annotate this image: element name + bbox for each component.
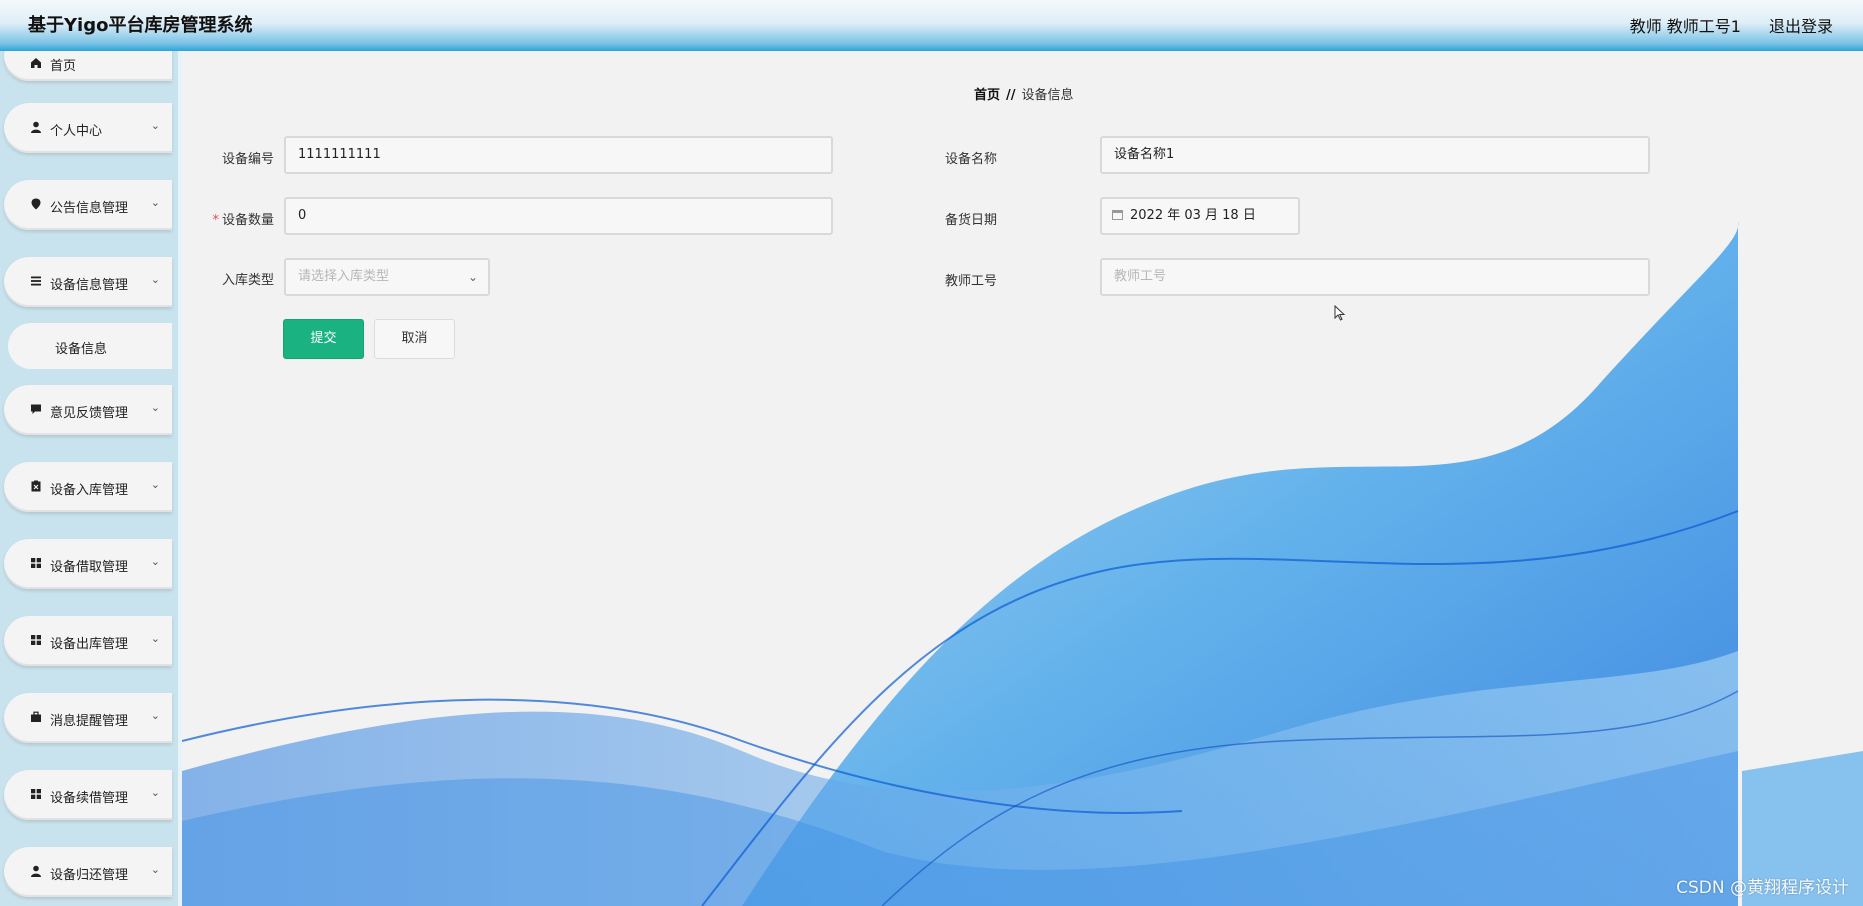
main-content: 首页 // 设备信息 设备编号 1111111111 设备名称 设备名称1 * 设备数…	[182, 51, 1863, 906]
sidebar-item-announcement[interactable]: 公告信息管理 ⌄	[4, 180, 172, 230]
app-title: 基于Yigo平台库房管理系统	[28, 15, 253, 36]
storage-type-select[interactable]: 请选择入库类型 ⌄	[284, 258, 490, 296]
submit-button[interactable]: 提交	[283, 319, 364, 359]
sidebar-item-personal-center[interactable]: 个人中心 ⌄	[4, 103, 172, 153]
grid-icon	[31, 635, 41, 645]
sidebar-item-message-reminder[interactable]: 消息提醒管理 ⌄	[4, 693, 172, 743]
sidebar-item-device-info-mgmt[interactable]: 设备信息管理 ⌄	[4, 257, 172, 307]
home-icon	[31, 58, 41, 68]
sidebar-subitem-label: 设备信息	[55, 342, 108, 357]
sidebar-item-label: 设备出库管理	[50, 637, 129, 652]
chevron-down-icon: ⌄	[150, 555, 160, 568]
user-icon	[31, 121, 41, 133]
sidebar-item-label: 设备入库管理	[50, 483, 129, 498]
sidebar-item-borrow[interactable]: 设备借取管理 ⌄	[4, 539, 172, 589]
quantity-label: * 设备数量	[184, 209, 274, 228]
sidebar-item-label: 设备借取管理	[50, 560, 129, 575]
logout-button[interactable]: 退出登录	[1769, 13, 1833, 37]
device-name-label: 设备名称	[944, 152, 997, 167]
stock-date-label: 备货日期	[944, 213, 997, 228]
teacher-no-label: 教师工号	[944, 274, 997, 289]
storage-type-label: 入库类型	[221, 273, 274, 288]
chevron-down-icon: ⌄	[150, 632, 160, 645]
sidebar-item-home[interactable]: 首页	[4, 51, 172, 81]
required-mark: *	[212, 213, 219, 228]
breadcrumb-separator: //	[1006, 88, 1016, 103]
watermark-text: CSDN @黄翔程序设计	[1676, 878, 1849, 898]
current-user: 教师 教师工号1	[1629, 17, 1741, 36]
teacher-no-input[interactable]: 教师工号	[1100, 258, 1650, 296]
chevron-down-icon: ⌄	[150, 709, 160, 722]
device-name-input[interactable]: 设备名称1	[1100, 136, 1650, 174]
sidebar-subitem-device-info[interactable]: 设备信息	[8, 323, 172, 369]
sidebar-item-return[interactable]: 设备归还管理 ⌄	[4, 847, 172, 897]
quantity-input[interactable]: 0	[284, 197, 833, 235]
quantity-label-text: 设备数量	[221, 213, 274, 228]
location-pin-icon	[31, 198, 41, 210]
sidebar-item-label: 意见反馈管理	[50, 406, 129, 421]
storage-type-placeholder: 请选择入库类型	[298, 269, 390, 284]
stock-date-value: 2022 年 03 月 18 日	[1130, 208, 1256, 223]
clipboard-icon	[31, 480, 41, 492]
sidebar-item-label: 个人中心	[50, 124, 103, 139]
grid-icon	[31, 558, 41, 568]
device-no-input[interactable]: 1111111111	[284, 136, 833, 174]
background-wave-image	[182, 221, 1863, 906]
device-no-label: 设备编号	[221, 152, 274, 167]
sidebar-item-label: 消息提醒管理	[50, 714, 129, 729]
sidebar-item-label: 设备归还管理	[50, 868, 129, 883]
list-icon	[31, 276, 41, 286]
sidebar-item-stock-out[interactable]: 设备出库管理 ⌄	[4, 616, 172, 666]
grid-icon	[31, 789, 41, 799]
user-icon	[31, 865, 41, 877]
comment-icon	[31, 404, 41, 414]
chevron-down-icon: ⌄	[150, 478, 160, 491]
sidebar-item-label: 设备信息管理	[50, 278, 129, 293]
briefcase-icon	[31, 711, 41, 722]
chevron-down-icon: ⌄	[150, 273, 160, 286]
chevron-down-icon: ⌄	[150, 401, 160, 414]
breadcrumb-current: 设备信息	[1021, 88, 1074, 103]
sidebar-item-feedback[interactable]: 意见反馈管理 ⌄	[4, 385, 172, 435]
breadcrumb: 首页 // 设备信息	[974, 84, 1074, 103]
sidebar-item-renew[interactable]: 设备续借管理 ⌄	[4, 770, 172, 820]
chevron-down-icon: ⌄	[467, 270, 478, 284]
calendar-icon	[1112, 210, 1123, 220]
sidebar-item-label: 首页	[50, 59, 77, 74]
sidebar-item-stock-in[interactable]: 设备入库管理 ⌄	[4, 462, 172, 512]
cancel-button[interactable]: 取消	[374, 319, 455, 359]
sidebar: 首页 个人中心 ⌄ 公告信息管理 ⌄ 设备信息管理 ⌄ 设备信息 意见反馈管理 …	[0, 51, 182, 906]
chevron-down-icon: ⌄	[150, 786, 160, 799]
chevron-down-icon: ⌄	[150, 863, 160, 876]
chevron-down-icon: ⌄	[150, 196, 160, 209]
mouse-cursor-icon	[1334, 305, 1346, 321]
breadcrumb-home[interactable]: 首页	[974, 88, 1000, 103]
sidebar-item-label: 设备续借管理	[50, 791, 129, 806]
sidebar-item-label: 公告信息管理	[50, 201, 129, 216]
top-header: 基于Yigo平台库房管理系统 教师 教师工号1 退出登录	[0, 0, 1863, 51]
chevron-down-icon: ⌄	[150, 119, 160, 132]
stock-date-picker[interactable]: 2022 年 03 月 18 日	[1100, 197, 1300, 235]
